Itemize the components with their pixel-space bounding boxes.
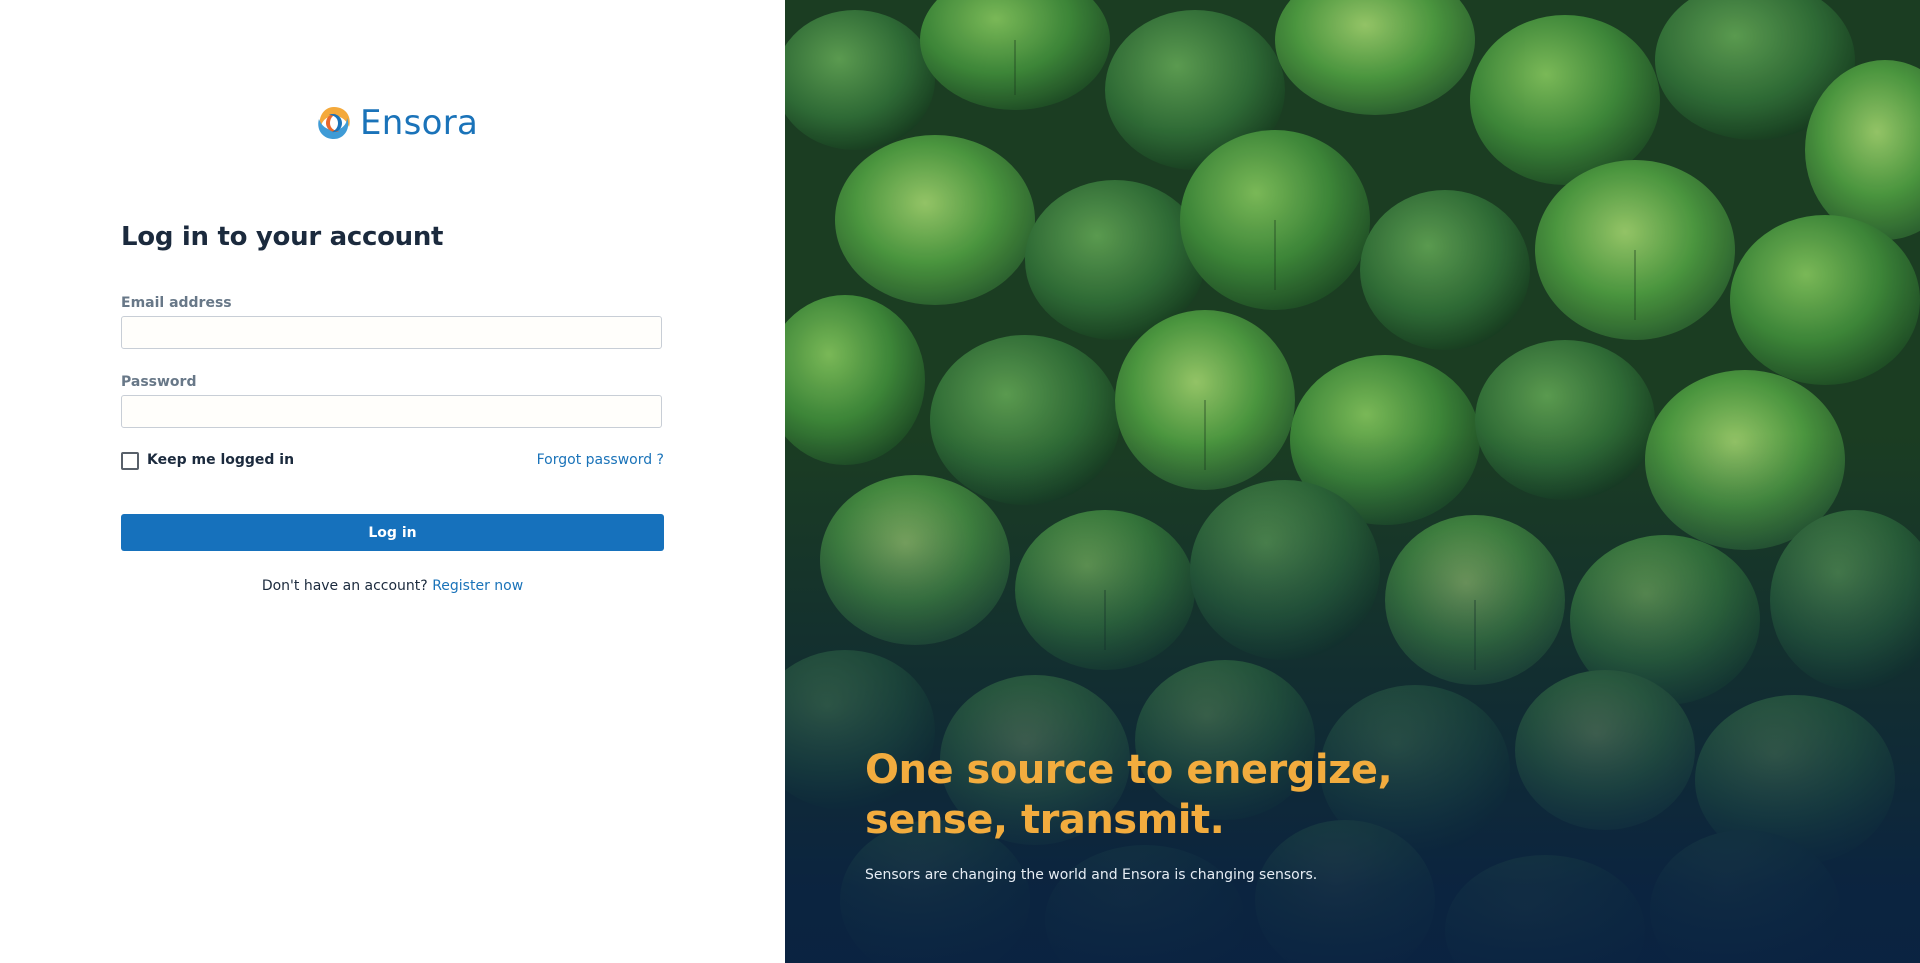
- email-label: Email address: [121, 295, 232, 311]
- register-link[interactable]: Register now: [432, 578, 523, 594]
- keep-logged-in-label[interactable]: Keep me logged in: [147, 452, 294, 468]
- login-button[interactable]: Log in: [121, 514, 664, 551]
- register-row: Don't have an account? Register now: [121, 578, 664, 594]
- keep-logged-in-checkbox[interactable]: [121, 452, 139, 470]
- hero-headline: One source to energize, sense, transmit.: [865, 747, 1393, 843]
- hero-subtitle: Sensors are changing the world and Ensor…: [865, 867, 1318, 883]
- password-field[interactable]: [121, 395, 662, 428]
- swirl-logo-icon: [312, 101, 356, 145]
- login-panel: Ensora Log in to your account Email addr…: [0, 0, 785, 963]
- forgot-password-link[interactable]: Forgot password ?: [537, 452, 664, 468]
- brand-logo[interactable]: Ensora: [312, 101, 478, 145]
- password-label: Password: [121, 374, 197, 390]
- register-prompt: Don't have an account?: [261, 578, 428, 594]
- remember-row: Keep me logged in Forgot password ?: [121, 451, 664, 471]
- login-title: Log in to your account: [121, 222, 444, 252]
- login-page: Ensora Log in to your account Email addr…: [0, 0, 1920, 963]
- brand-name: Ensora: [360, 103, 479, 143]
- hero-panel: One source to energize, sense, transmit.…: [785, 0, 1920, 963]
- email-field[interactable]: [121, 316, 662, 349]
